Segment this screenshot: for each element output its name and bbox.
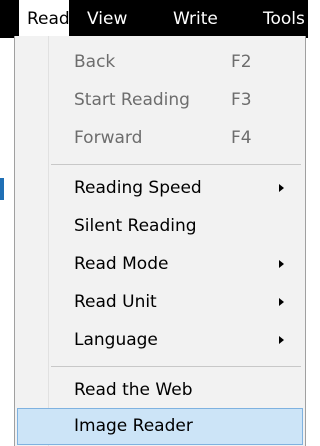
menu-item-start-reading[interactable]: Start Reading F3 [17,81,303,119]
window-backdrop [0,38,14,446]
menu-item-read-mode[interactable]: Read Mode [17,245,303,283]
menu-item-label: Reading Speed [74,178,202,198]
submenu-arrow-icon [279,336,284,344]
backdrop-accent [0,178,4,200]
menu-item-forward[interactable]: Forward F4 [17,119,303,157]
menu-read[interactable]: Read [19,0,70,38]
menu-separator [51,366,301,367]
menu-item-label: Read the Web [74,380,193,400]
menu-item-shortcut: F3 [231,90,252,110]
menu-item-image-reader[interactable]: Image Reader [17,408,303,445]
menu-write[interactable]: Write [173,0,218,38]
menu-item-label: Read Mode [74,254,169,274]
menu-item-label: Language [74,330,158,350]
menu-item-reading-speed[interactable]: Reading Speed [17,169,303,207]
menu-item-silent-reading[interactable]: Silent Reading [17,207,303,245]
menu-item-label: Read Unit [74,292,157,312]
menu-separator [51,164,301,165]
submenu-arrow-icon [279,260,284,268]
menu-view[interactable]: View [87,0,127,38]
menu-item-read-unit[interactable]: Read Unit [17,283,303,321]
menu-tools[interactable]: Tools [263,0,305,38]
menu-item-language[interactable]: Language [17,321,303,359]
menu-item-label: Forward [74,128,143,148]
menu-item-read-the-web[interactable]: Read the Web [17,371,303,409]
read-menu-dropdown: Back F2 Start Reading F3 Forward F4 Read… [14,36,306,446]
menu-bar: Read View Write Tools [0,0,308,38]
menu-item-label: Silent Reading [74,216,197,236]
menu-item-shortcut: F2 [231,52,252,72]
submenu-arrow-icon [279,298,284,306]
menu-item-label: Image Reader [74,416,193,436]
menu-item-label: Start Reading [74,90,190,110]
submenu-arrow-icon [279,184,284,192]
menu-item-label: Back [74,52,116,72]
menu-item-shortcut: F4 [231,128,252,148]
menu-item-back[interactable]: Back F2 [17,43,303,81]
